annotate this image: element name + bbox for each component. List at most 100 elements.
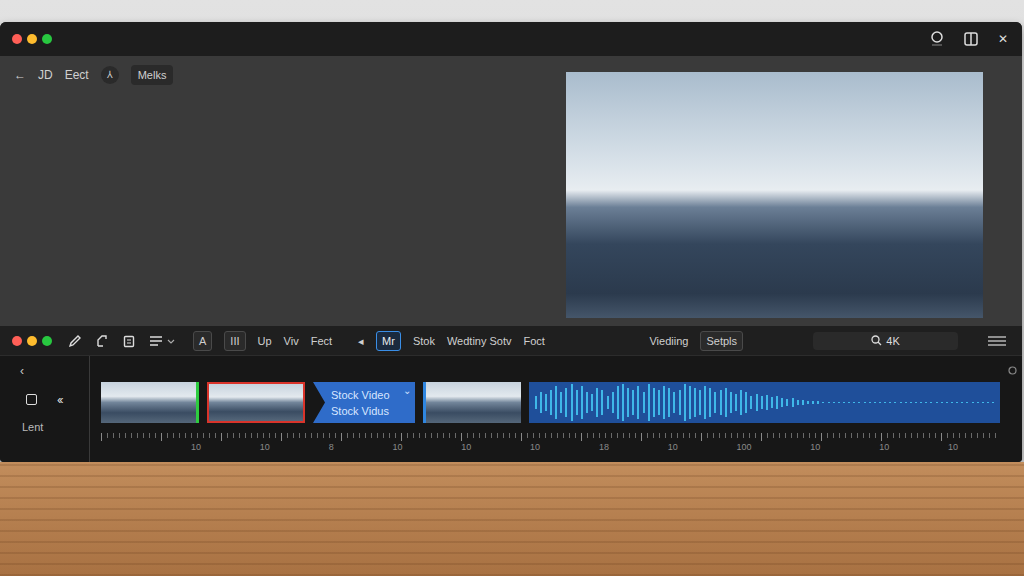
toolbar-item[interactable]: Melks (131, 65, 174, 85)
wave-bar (610, 382, 615, 423)
wave-bar (667, 382, 672, 423)
ruler-label: 10 (879, 442, 889, 452)
rewind-button[interactable]: ‹‹ (57, 392, 62, 407)
wave-bar (970, 382, 975, 423)
tool-button[interactable]: Stok (413, 334, 435, 348)
wave-bar (893, 382, 898, 423)
account-icon[interactable] (930, 31, 944, 47)
wave-bar (955, 382, 960, 423)
wave-bar (877, 382, 882, 423)
close-button[interactable]: ✕ (998, 32, 1008, 46)
timeline-end (1002, 356, 1022, 462)
transport: ‹‹ (20, 392, 89, 407)
wave-bar (960, 382, 965, 423)
wave-bar (826, 382, 831, 423)
wave-bar (800, 382, 805, 423)
toolbar-item[interactable]: ← (14, 67, 26, 83)
wave-bar (888, 382, 893, 423)
top-toolbar: ← JD Eect ⅄ Melks (14, 64, 552, 86)
yellow-light-icon[interactable] (27, 336, 37, 346)
zoom-light-icon[interactable] (42, 34, 52, 44)
tool-button[interactable]: Fect (311, 334, 332, 348)
clipboard-icon[interactable] (122, 334, 136, 348)
wave-bar (620, 382, 625, 423)
tool-button[interactable]: Viediing (649, 334, 688, 348)
media-panel: ← JD Eect ⅄ Melks (0, 56, 566, 326)
wave-bar (795, 382, 800, 423)
wave-bar (980, 382, 985, 423)
close-light-icon[interactable] (12, 34, 22, 44)
wave-bar (903, 382, 908, 423)
wave-bar (713, 382, 718, 423)
wave-bar (595, 382, 600, 423)
wave-bar (692, 382, 697, 423)
wave-bar (785, 382, 790, 423)
toolbar-item[interactable]: Eect (65, 67, 89, 83)
tool-button[interactable]: III (224, 331, 245, 351)
wave-bar (749, 382, 754, 423)
time-ruler[interactable]: 101081010101810100101010 (101, 433, 998, 452)
tool-button[interactable]: Wedtiny Sotv (447, 334, 512, 348)
wave-bar (805, 382, 810, 423)
toolbar-item[interactable]: ⅄ (101, 66, 119, 84)
wave-bar (939, 382, 944, 423)
wave-bar (831, 382, 836, 423)
settings-dot-icon[interactable] (1008, 366, 1017, 375)
tool-button[interactable]: Foct (524, 334, 545, 348)
traffic-lights (12, 34, 52, 44)
wave-bar (811, 382, 816, 423)
audio-clip[interactable] (529, 382, 1000, 423)
video-clip[interactable] (423, 382, 521, 423)
title-bar: ✕ (0, 22, 1022, 56)
wave-bar (708, 382, 713, 423)
wave-bar (646, 382, 651, 423)
sidebar-icon[interactable] (964, 32, 978, 46)
list-dropdown-icon[interactable] (149, 334, 175, 348)
brush-icon[interactable] (95, 334, 109, 348)
tool-button[interactable]: Viv (284, 334, 299, 348)
wave-bar (913, 382, 918, 423)
ruler-label: 10 (668, 442, 678, 452)
search-field[interactable]: 4K (813, 332, 958, 350)
wave-bar (677, 382, 682, 423)
wave-bar (872, 382, 877, 423)
wave-bar (944, 382, 949, 423)
collapse-button[interactable]: ‹ (20, 364, 89, 378)
tool-button[interactable]: Up (258, 334, 272, 348)
wave-bar (626, 382, 631, 423)
red-light-icon[interactable] (12, 336, 22, 346)
stop-icon[interactable] (26, 394, 37, 405)
wave-bar (929, 382, 934, 423)
wave-bar (569, 382, 574, 423)
toolbar-item[interactable]: JD (38, 67, 53, 83)
ruler-label: 18 (599, 442, 609, 452)
timeline: ‹‹‹LentStock VideoStock Vidus⌄1010810101… (0, 356, 1022, 462)
video-track: Stock VideoStock Vidus⌄ (101, 382, 1002, 423)
wave-bar (867, 382, 872, 423)
wave-bar (775, 382, 780, 423)
clip-menu-button[interactable]: ⌄ (403, 385, 411, 396)
green-light-icon[interactable] (42, 336, 52, 346)
title-clip[interactable]: Stock VideoStock Vidus⌄ (313, 382, 415, 423)
tool-button[interactable]: Setpls (700, 331, 743, 351)
wave-bar (821, 382, 826, 423)
tool-button[interactable]: A (193, 331, 212, 351)
minimize-light-icon[interactable] (27, 34, 37, 44)
tool-button[interactable]: Mr (376, 331, 401, 351)
editor-toolbar: A III Up Viv Fect ◂ Mr Stok Wedtiny Sotv Foct Vied… (0, 326, 1022, 356)
tool-group: ◂ Mr Stok Wedtiny Sotv Foct (358, 331, 545, 351)
wave-bar (651, 382, 656, 423)
window-controls: ✕ (930, 31, 1008, 47)
tool-button[interactable]: ◂ (358, 334, 364, 348)
video-clip[interactable] (101, 382, 199, 423)
video-clip[interactable] (207, 382, 305, 423)
pen-icon[interactable] (68, 334, 82, 348)
traffic-lights (12, 336, 52, 346)
preview-panel (566, 56, 1022, 326)
wave-bar (718, 382, 723, 423)
wave-bar (852, 382, 857, 423)
menu-icon[interactable] (988, 335, 1006, 347)
wave-bar (723, 382, 728, 423)
backdrop (0, 0, 1024, 22)
ruler-label: 10 (461, 442, 471, 452)
